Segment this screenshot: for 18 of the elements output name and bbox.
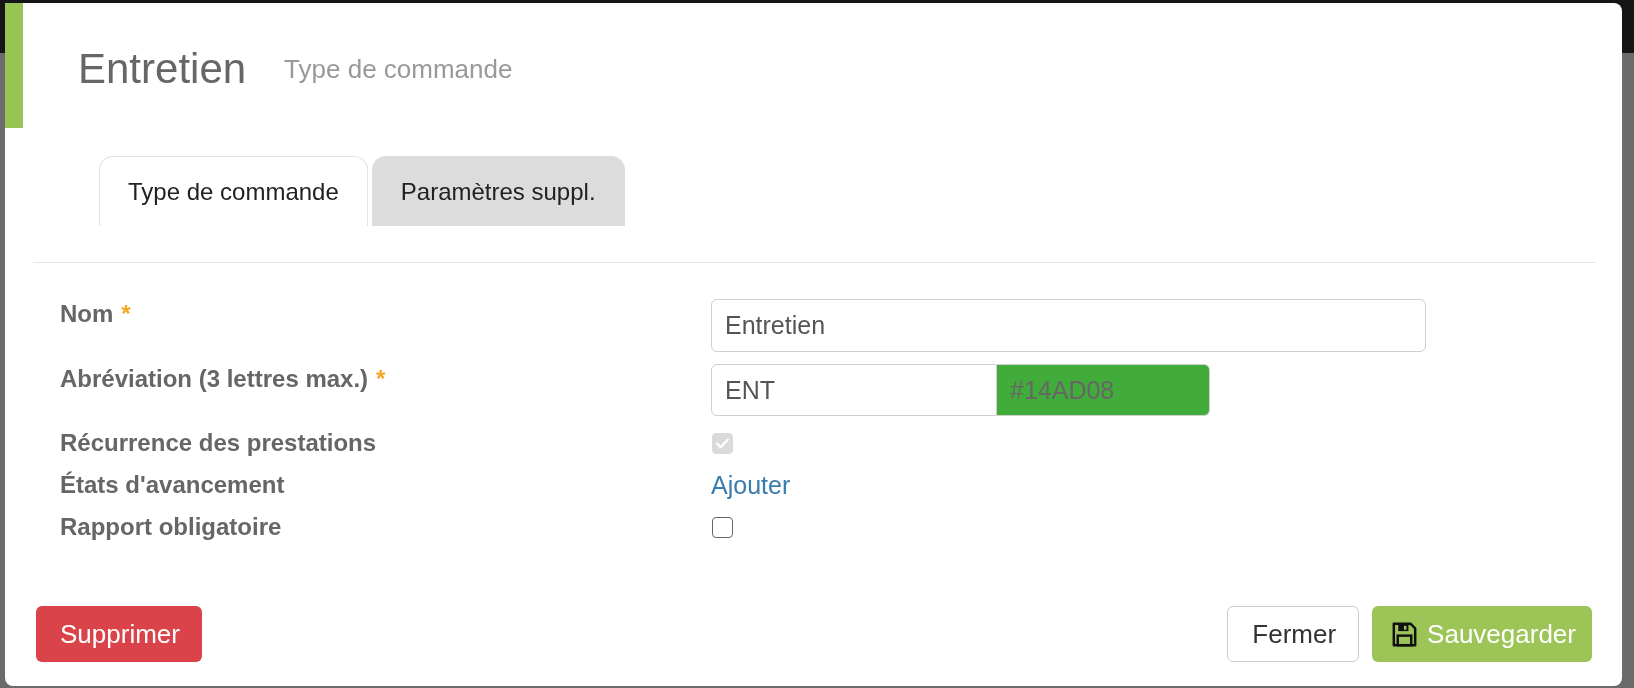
modal-subtitle: Type de commande <box>284 53 513 85</box>
required-asterisk: * <box>376 364 386 394</box>
text-input[interactable]: ENT <box>711 364 997 416</box>
field-label: Récurrence des prestations <box>60 428 377 458</box>
modal-title: Entretien <box>78 44 247 94</box>
field-label: Rapport obligatoire <box>60 512 282 542</box>
check-icon <box>715 435 730 451</box>
close-button[interactable]: Fermer <box>1227 606 1360 662</box>
add-link[interactable]: Ajouter <box>711 470 791 500</box>
field-label: Nom <box>60 299 114 329</box>
delete-button[interactable]: Supprimer <box>36 606 202 662</box>
required-asterisk: * <box>121 299 131 329</box>
field-label: États d'avancement <box>60 470 285 500</box>
tab[interactable]: Type de commande <box>99 156 368 226</box>
tab[interactable]: Paramètres suppl. <box>371 156 625 226</box>
text-input[interactable]: Entretien <box>711 299 1426 352</box>
checkbox[interactable] <box>712 516 733 538</box>
field-label: Abréviation (3 lettres max.) <box>60 364 369 394</box>
